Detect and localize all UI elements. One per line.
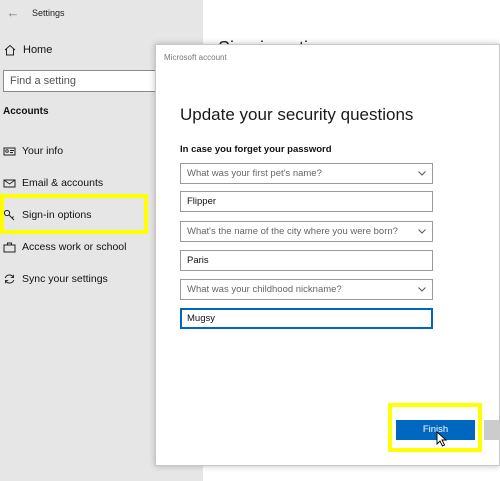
- home-icon: [4, 44, 16, 56]
- title-bar: ← Settings: [0, 0, 203, 28]
- answer-2-field[interactable]: Paris: [180, 250, 433, 271]
- question-1-select[interactable]: What was your first pet's name?: [180, 163, 433, 184]
- question-2-select[interactable]: What's the name of the city where you we…: [180, 221, 433, 242]
- mouse-pointer-icon: [436, 431, 448, 447]
- dialog-subheading: In case you forget your password: [180, 144, 332, 155]
- nav-home-label: Home: [23, 44, 53, 56]
- dialog-caption: Microsoft account: [164, 53, 227, 62]
- search-input[interactable]: [4, 71, 174, 91]
- question-2-value: What's the name of the city where you we…: [187, 226, 398, 237]
- person-card-icon: [3, 147, 16, 156]
- highlight-finish-button: [388, 403, 482, 452]
- answer-3-field[interactable]: Mugsy: [180, 308, 433, 329]
- sidebar-item-label: Access work or school: [22, 241, 127, 253]
- question-1-value: What was your first pet's name?: [187, 168, 322, 179]
- chevron-down-icon: [418, 287, 426, 292]
- answer-3-value: Mugsy: [187, 313, 215, 324]
- question-3-value: What was your childhood nickname?: [187, 284, 342, 295]
- question-3-select[interactable]: What was your childhood nickname?: [180, 279, 433, 300]
- section-heading: Accounts: [3, 106, 49, 117]
- highlight-sign-in-options: [0, 194, 148, 234]
- answer-1-field[interactable]: Flipper: [180, 191, 433, 212]
- sidebar-item-label: Email & accounts: [22, 177, 104, 189]
- chevron-down-icon: [418, 171, 426, 176]
- dialog-heading: Update your security questions: [180, 105, 414, 124]
- sync-icon: [4, 274, 15, 284]
- envelope-icon: [3, 179, 16, 188]
- sidebar-item-label: Sync your settings: [22, 273, 108, 285]
- back-arrow-icon[interactable]: ←: [4, 5, 22, 21]
- secondary-button[interactable]: [484, 420, 500, 440]
- answer-2-value: Paris: [187, 255, 209, 266]
- answer-1-value: Flipper: [187, 196, 217, 207]
- sidebar-item-label: Your info: [22, 145, 64, 157]
- app-title: Settings: [32, 8, 65, 18]
- chevron-down-icon: [418, 229, 426, 234]
- briefcase-icon: [3, 242, 16, 253]
